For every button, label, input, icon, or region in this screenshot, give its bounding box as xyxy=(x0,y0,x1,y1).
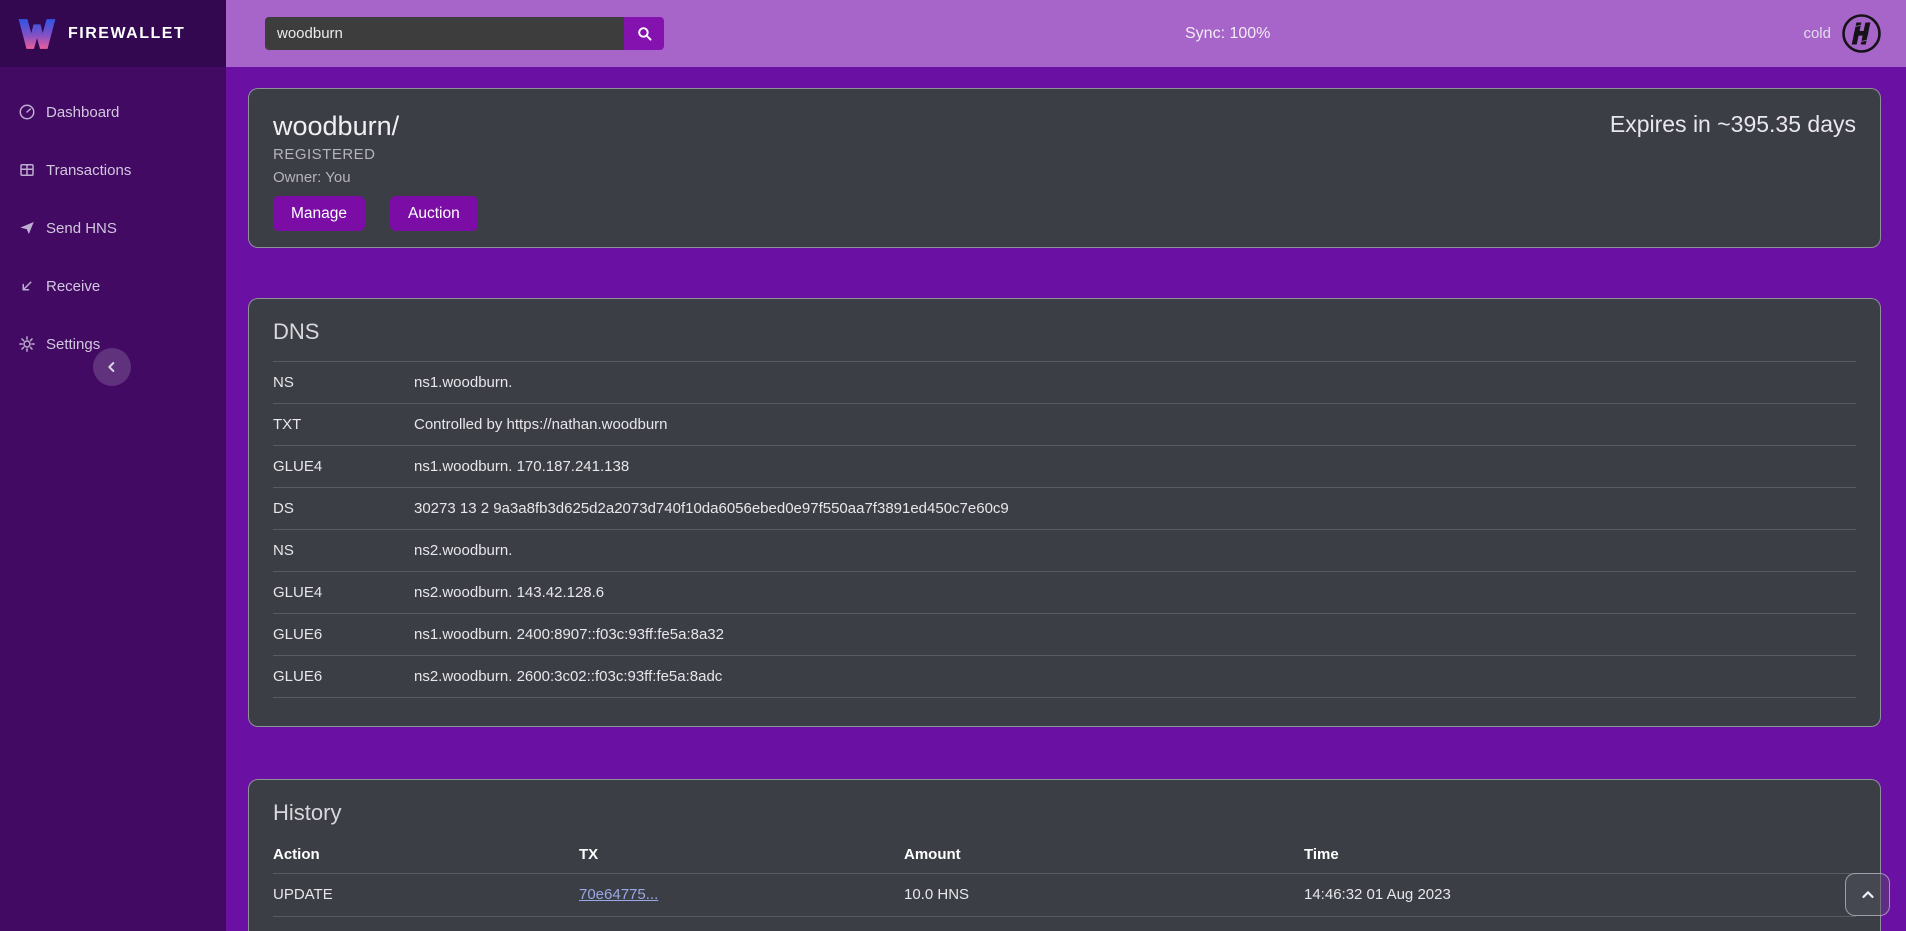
sidebar-item-label: Dashboard xyxy=(46,104,119,121)
sidebar-collapse-button[interactable] xyxy=(93,348,131,386)
dns-record-type: DS xyxy=(273,499,414,518)
sidebar-item-dashboard[interactable]: Dashboard xyxy=(0,95,226,129)
sidebar: FIREWALLET Dashboard Transactions xyxy=(0,0,226,931)
topbar: Sync: 100% cold xyxy=(226,0,1906,67)
sync-status: Sync: 100% xyxy=(1185,0,1270,67)
settings-gear-icon xyxy=(18,335,36,353)
dns-table: NS ns1.woodburn. TXT Controlled by https… xyxy=(273,361,1856,698)
domain-summary-card: woodburn/ REGISTERED Owner: You Manage A… xyxy=(248,88,1881,248)
wallet-name: cold xyxy=(1803,25,1831,42)
dns-record-value: Controlled by https://nathan.woodburn xyxy=(414,415,1856,434)
receive-arrow-icon xyxy=(18,277,36,295)
dns-record-value: ns2.woodburn. 2600:3c02::f03c:93ff:fe5a:… xyxy=(414,667,1856,686)
sidebar-item-send-hns[interactable]: Send HNS xyxy=(0,211,226,245)
history-header-row: Action TX Amount Time xyxy=(273,846,1856,873)
history-card: History Action TX Amount Time UPDATE 70e… xyxy=(248,779,1881,931)
history-col-action: Action xyxy=(273,846,579,863)
history-amount: 10.0 HNS xyxy=(904,885,1304,905)
domain-expiry: Expires in ~395.35 days xyxy=(1610,111,1856,138)
sidebar-item-label: Transactions xyxy=(46,162,131,179)
auction-button[interactable]: Auction xyxy=(390,196,478,231)
dns-record-row: TXT Controlled by https://nathan.woodbur… xyxy=(273,403,1856,445)
dns-record-row: GLUE6 ns2.woodburn. 2600:3c02::f03c:93ff… xyxy=(273,655,1856,698)
dns-record-type: NS xyxy=(273,373,414,392)
sidebar-nav: Dashboard Transactions Send HNS xyxy=(0,67,226,361)
history-col-tx: TX xyxy=(579,846,904,863)
history-col-amount: Amount xyxy=(904,846,1304,863)
page-content: woodburn/ REGISTERED Owner: You Manage A… xyxy=(226,67,1906,931)
dns-card: DNS NS ns1.woodburn. TXT Controlled by h… xyxy=(248,298,1881,727)
brand-name: FIREWALLET xyxy=(68,25,185,43)
history-title: History xyxy=(273,800,1856,826)
dns-record-type: GLUE6 xyxy=(273,667,414,686)
history-col-time: Time xyxy=(1304,846,1856,863)
dns-record-value: ns1.woodburn. xyxy=(414,373,1856,392)
sidebar-item-transactions[interactable]: Transactions xyxy=(0,153,226,187)
dns-record-row: GLUE4 ns1.woodburn. 170.187.241.138 xyxy=(273,445,1856,487)
dns-record-value: ns1.woodburn. 2400:8907::f03c:93ff:fe5a:… xyxy=(414,625,1856,644)
history-row: UPDATE 70e64775... 10.0 HNS 14:46:32 01 … xyxy=(273,873,1856,916)
sidebar-item-label: Send HNS xyxy=(46,220,117,237)
scroll-to-top-button[interactable] xyxy=(1845,873,1890,916)
domain-owner: Owner: You xyxy=(273,169,1856,187)
handshake-logo-icon[interactable] xyxy=(1841,13,1882,54)
dns-record-value: ns2.woodburn. 143.42.128.6 xyxy=(414,583,1856,602)
send-plane-icon xyxy=(18,219,36,237)
tx-link[interactable]: 70e64775... xyxy=(579,886,658,903)
sidebar-item-label: Receive xyxy=(46,278,100,295)
dns-record-value: ns2.woodburn. xyxy=(414,541,1856,560)
dns-record-row: DS 30273 13 2 9a3a8fb3d625d2a2073d740f10… xyxy=(273,487,1856,529)
dns-record-type: GLUE6 xyxy=(273,625,414,644)
sidebar-item-label: Settings xyxy=(46,336,100,353)
dns-record-row: NS ns2.woodburn. xyxy=(273,529,1856,571)
dns-record-row: GLUE6 ns1.woodburn. 2400:8907::f03c:93ff… xyxy=(273,613,1856,655)
chevron-up-icon xyxy=(1859,886,1877,904)
firewallet-logo-icon xyxy=(16,14,58,54)
search-button[interactable] xyxy=(624,17,664,50)
sidebar-header: FIREWALLET xyxy=(0,0,226,67)
domain-status: REGISTERED xyxy=(273,146,1856,164)
dns-record-type: GLUE4 xyxy=(273,583,414,602)
history-table: Action TX Amount Time UPDATE 70e64775...… xyxy=(273,846,1856,931)
manage-button[interactable]: Manage xyxy=(273,196,365,231)
dns-record-type: NS xyxy=(273,541,414,560)
transactions-table-icon xyxy=(18,161,36,179)
chevron-left-icon xyxy=(104,359,120,375)
dashboard-gauge-icon xyxy=(18,103,36,121)
dns-record-row: GLUE4 ns2.woodburn. 143.42.128.6 xyxy=(273,571,1856,613)
dns-record-type: GLUE4 xyxy=(273,457,414,476)
dns-record-value: 30273 13 2 9a3a8fb3d625d2a2073d740f10da6… xyxy=(414,499,1856,518)
search-input[interactable] xyxy=(265,17,624,50)
dns-record-type: TXT xyxy=(273,415,414,434)
domain-search xyxy=(265,17,664,50)
sidebar-item-receive[interactable]: Receive xyxy=(0,269,226,303)
search-icon xyxy=(636,25,653,42)
main-area: Sync: 100% cold xyxy=(226,0,1906,931)
history-time: 14:46:32 01 Aug 2023 xyxy=(1304,885,1856,905)
domain-actions: Manage Auction xyxy=(273,196,1856,231)
dns-record-value: ns1.woodburn. 170.187.241.138 xyxy=(414,457,1856,476)
history-action: UPDATE xyxy=(273,885,579,905)
dns-title: DNS xyxy=(273,319,1856,345)
firewallet-app: FIREWALLET Dashboard Transactions xyxy=(0,0,1906,931)
history-row: RENEW d79c5e1... 10.0 HNS 15:47:06 07 Ju… xyxy=(273,916,1856,931)
wallet-selector[interactable]: cold xyxy=(1803,0,1882,67)
dns-record-row: NS ns1.woodburn. xyxy=(273,361,1856,403)
